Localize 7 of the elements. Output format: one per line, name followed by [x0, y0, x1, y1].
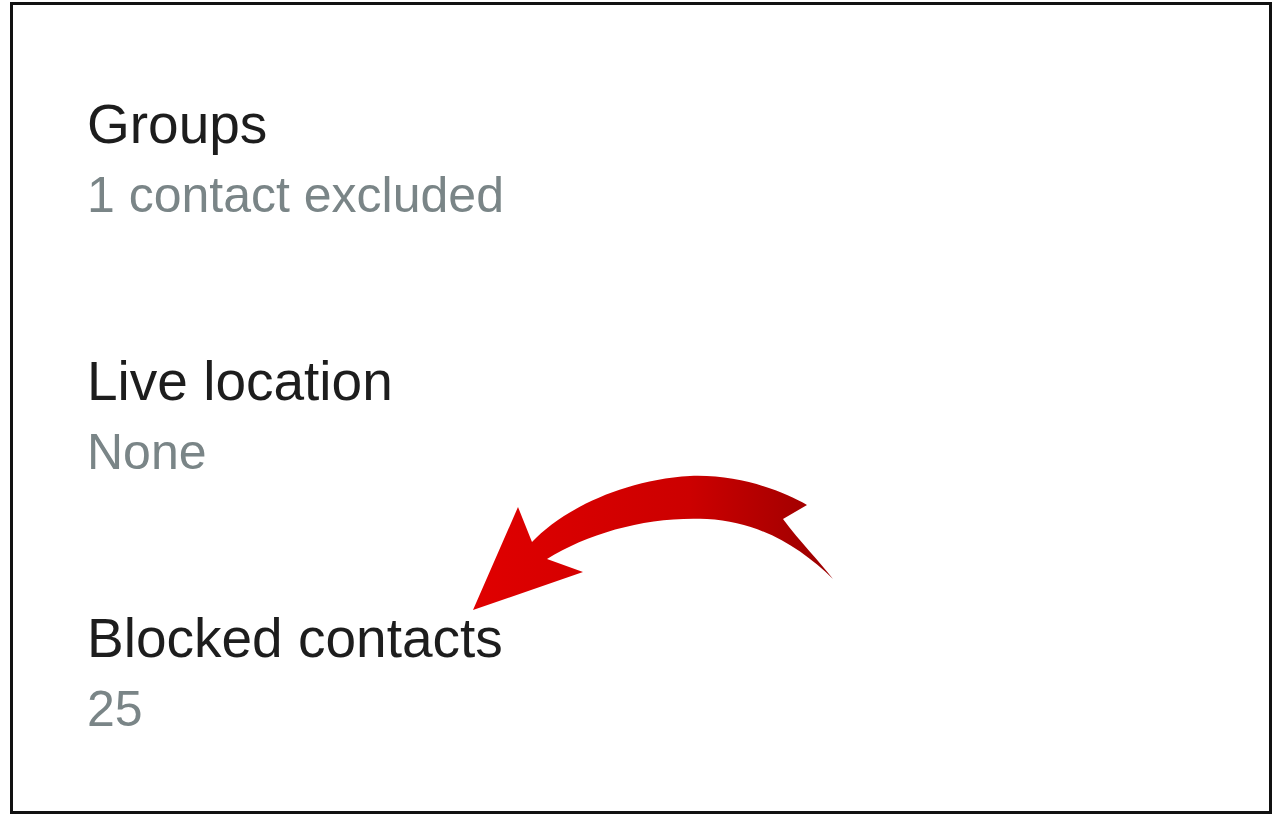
setting-title: Blocked contacts: [87, 606, 503, 670]
curved-arrow-icon: [472, 474, 834, 611]
setting-title: Groups: [87, 92, 268, 156]
setting-title: Live location: [87, 349, 393, 413]
setting-value: 1 contact excluded: [87, 166, 504, 224]
setting-value: 25: [87, 680, 143, 738]
setting-value: None: [87, 423, 207, 481]
